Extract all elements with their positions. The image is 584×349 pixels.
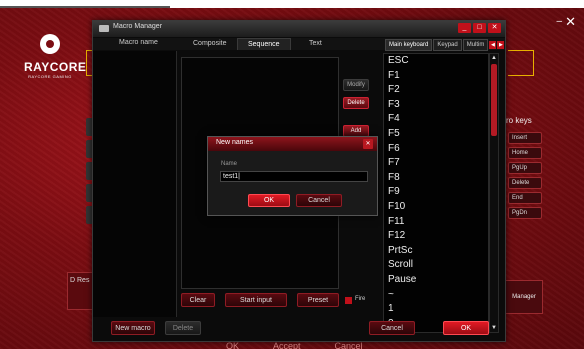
bg-key-home[interactable]: Home bbox=[508, 147, 542, 159]
bg-key-end[interactable]: End bbox=[508, 192, 542, 204]
tabs-right-arrow-icon[interactable]: ▶ bbox=[497, 41, 505, 49]
maximize-button[interactable]: □ bbox=[473, 23, 486, 33]
key-item[interactable]: F9 bbox=[384, 185, 488, 200]
close-icon[interactable]: ✕ bbox=[363, 139, 373, 149]
tab-keypad[interactable]: Keypad bbox=[433, 39, 462, 51]
delete-step-button[interactable]: Delete bbox=[343, 97, 369, 109]
macro-name-list[interactable] bbox=[93, 51, 177, 317]
ok-button[interactable]: OK bbox=[443, 321, 489, 335]
bg-bottom-labels: OK Accept Cancel bbox=[226, 341, 363, 349]
bg-minimize-button[interactable]: – bbox=[556, 16, 562, 27]
key-item[interactable]: F2 bbox=[384, 83, 488, 98]
key-item[interactable]: F3 bbox=[384, 98, 488, 113]
tab-multimedia[interactable]: Multim bbox=[462, 39, 489, 51]
clear-button[interactable]: Clear bbox=[181, 293, 215, 307]
close-button[interactable]: ✕ bbox=[488, 23, 501, 33]
new-names-dialog: New names ✕ Name test1| OK Cancel bbox=[207, 136, 378, 216]
bg-key-list: Insert Home PgUp Delete End PgDn bbox=[508, 132, 542, 222]
key-item[interactable]: ~ bbox=[384, 288, 488, 303]
key-panel-tabs: Main keyboard Keypad Multim ◀ ▶ bbox=[385, 39, 505, 51]
bg-highlight-box-right bbox=[508, 50, 534, 76]
bg-accept-label[interactable]: Accept bbox=[273, 341, 301, 349]
macro-name-header: Macro name bbox=[119, 39, 158, 46]
tab-composite[interactable]: Composite bbox=[183, 38, 236, 50]
logo-subtext: RAYCORE GAMING bbox=[28, 74, 72, 79]
new-macro-button[interactable]: New macro bbox=[111, 321, 155, 335]
key-item[interactable]: ESC bbox=[384, 54, 488, 69]
preset-button[interactable]: Preset bbox=[297, 293, 339, 307]
minimize-button[interactable]: _ bbox=[458, 23, 471, 33]
key-item[interactable]: F8 bbox=[384, 171, 488, 186]
key-list[interactable]: ESC F1 F2 F3 F4 F5 F6 F7 F8 F9 F10 F11 F… bbox=[383, 53, 489, 333]
fire-label: Fire bbox=[355, 296, 366, 302]
tab-text[interactable]: Text bbox=[299, 38, 332, 50]
new-names-titlebar[interactable]: New names ✕ bbox=[208, 137, 377, 151]
bg-left-panel[interactable]: D Res bbox=[67, 272, 95, 310]
fire-checkbox[interactable] bbox=[345, 297, 352, 304]
bg-close-button[interactable]: ✕ bbox=[565, 14, 576, 30]
cancel-button[interactable]: Cancel bbox=[369, 321, 415, 335]
key-item[interactable]: F12 bbox=[384, 229, 488, 244]
key-item[interactable]: F4 bbox=[384, 112, 488, 127]
bg-keys-heading: ro keys bbox=[506, 116, 532, 125]
dialog-cancel-button[interactable]: Cancel bbox=[296, 194, 342, 207]
key-item[interactable]: F5 bbox=[384, 127, 488, 142]
delete-macro-button[interactable]: Delete bbox=[165, 321, 201, 335]
raycore-logo: RAYCORE RAYCORE GAMING bbox=[24, 34, 87, 79]
bg-key-pgdn[interactable]: PgDn bbox=[508, 207, 542, 219]
keyboard-icon bbox=[99, 25, 109, 32]
macro-manager-title: Macro Manager bbox=[113, 23, 163, 30]
name-label: Name bbox=[221, 161, 238, 167]
key-list-scrollbar[interactable]: ▲ ▼ bbox=[489, 53, 499, 333]
bg-manager-button[interactable]: Manager bbox=[505, 280, 543, 314]
scroll-thumb[interactable] bbox=[491, 64, 497, 136]
bg-ok-label[interactable]: OK bbox=[226, 341, 239, 349]
dialog-ok-button[interactable]: OK bbox=[248, 194, 290, 207]
key-item[interactable]: F10 bbox=[384, 200, 488, 215]
new-names-title: New names bbox=[216, 139, 253, 146]
bg-key-pgup[interactable]: PgUp bbox=[508, 162, 542, 174]
key-item[interactable]: F7 bbox=[384, 156, 488, 171]
bg-cancel-label[interactable]: Cancel bbox=[335, 341, 363, 349]
key-item[interactable]: F11 bbox=[384, 215, 488, 230]
scroll-down-icon[interactable]: ▼ bbox=[490, 324, 498, 332]
key-item[interactable]: PrtSc bbox=[384, 244, 488, 259]
window-controls: _ □ ✕ bbox=[458, 23, 501, 33]
modify-button[interactable]: Modify bbox=[343, 79, 369, 91]
scroll-up-icon[interactable]: ▲ bbox=[490, 54, 498, 62]
key-item[interactable]: Pause bbox=[384, 273, 488, 288]
bg-key-delete[interactable]: Delete bbox=[508, 177, 542, 189]
bg-key-insert[interactable]: Insert bbox=[508, 132, 542, 144]
key-item[interactable]: Scroll bbox=[384, 258, 488, 273]
tabs-left-arrow-icon[interactable]: ◀ bbox=[489, 41, 497, 49]
key-item[interactable]: F6 bbox=[384, 142, 488, 157]
logo-text: RAYCORE bbox=[24, 60, 87, 74]
key-item[interactable]: F1 bbox=[384, 69, 488, 84]
name-input[interactable]: test1| bbox=[220, 171, 368, 182]
tab-sequence[interactable]: Sequence bbox=[237, 38, 291, 50]
key-item[interactable]: 1 bbox=[384, 302, 488, 317]
start-input-button[interactable]: Start input bbox=[225, 293, 287, 307]
raycore-logo-icon bbox=[40, 34, 60, 54]
macro-manager-titlebar[interactable]: Macro Manager _ □ ✕ bbox=[93, 21, 505, 37]
tab-main-keyboard[interactable]: Main keyboard bbox=[385, 39, 433, 51]
